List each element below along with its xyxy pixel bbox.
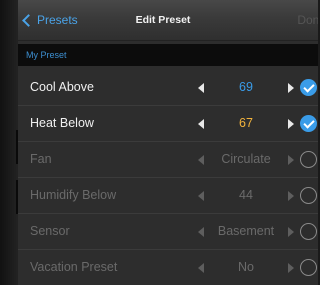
row-cool-above: Cool Above 69 (18, 70, 318, 106)
unchecked-checkbox[interactable] (300, 223, 317, 240)
increase-arrow-icon[interactable] (288, 155, 294, 165)
increase-arrow-icon[interactable] (288, 263, 294, 273)
setting-value: 69 (239, 80, 253, 94)
setting-label: Fan (30, 152, 52, 166)
setting-value: Basement (217, 224, 275, 238)
navigation-bar: Presets Edit Preset Done (18, 0, 318, 41)
setting-label: Vacation Preset (30, 260, 118, 274)
increase-arrow-icon[interactable] (288, 83, 294, 93)
setting-value: 44 (239, 188, 253, 202)
row-fan: Fan Circulate (18, 142, 318, 178)
done-button[interactable]: Done (297, 13, 318, 27)
setting-value: No (238, 260, 254, 274)
unchecked-checkbox[interactable] (300, 187, 317, 204)
increase-arrow-icon[interactable] (288, 191, 294, 201)
screen: Presets Edit Preset Done My Preset Cool … (0, 0, 318, 285)
setting-label: Cool Above (30, 80, 94, 94)
checked-checkbox[interactable] (300, 115, 317, 132)
setting-value: 67 (239, 116, 253, 130)
left-edge (0, 0, 18, 285)
setting-value: Circulate (221, 152, 271, 166)
setting-label: Sensor (30, 224, 70, 238)
row-vacation-preset: Vacation Preset No (18, 250, 318, 285)
preset-name-field[interactable]: My Preset (18, 44, 318, 66)
row-sensor: Sensor Basement (18, 214, 318, 250)
row-heat-below: Heat Below 67 (18, 106, 318, 142)
increase-arrow-icon[interactable] (288, 119, 294, 129)
increase-arrow-icon[interactable] (288, 227, 294, 237)
page-title: Edit Preset (135, 14, 191, 26)
setting-label: Heat Below (30, 116, 94, 130)
preset-settings-list: Cool Above 69 Heat Below 67 Fan Circulat… (18, 70, 318, 285)
checked-checkbox[interactable] (300, 79, 317, 96)
unchecked-checkbox[interactable] (300, 259, 317, 276)
unchecked-checkbox[interactable] (300, 151, 317, 168)
row-humidify-below: Humidify Below 44 (18, 178, 318, 214)
edit-preset-panel: Presets Edit Preset Done My Preset Cool … (18, 0, 318, 285)
setting-label: Humidify Below (30, 188, 117, 202)
